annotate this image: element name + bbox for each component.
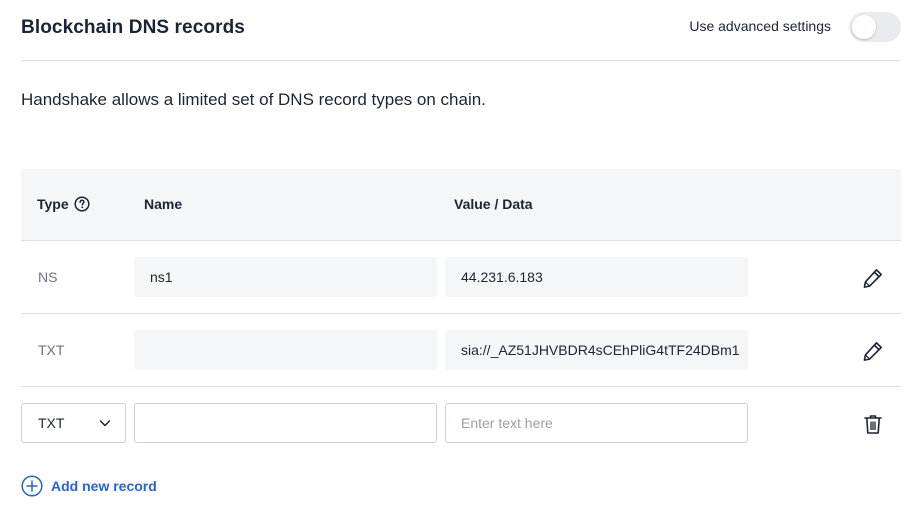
table-header: Type Name Value / Data <box>21 169 901 241</box>
section-header: Blockchain DNS records Use advanced sett… <box>21 0 901 61</box>
new-record-row: TXT <box>21 387 901 461</box>
add-new-record-label: Add new record <box>51 478 157 494</box>
toggle-knob <box>852 15 876 39</box>
trash-icon <box>864 415 882 434</box>
record-type: NS <box>38 269 58 285</box>
record-type-select[interactable]: TXT <box>21 403 126 443</box>
table-row: NS ns1 44.231.6.183 <box>21 241 901 314</box>
record-name-field: ns1 <box>134 257 437 297</box>
record-type-select-value: TXT <box>38 415 65 431</box>
record-name-field <box>134 330 437 370</box>
edit-record-button[interactable] <box>862 340 884 362</box>
edit-record-button[interactable] <box>862 267 884 289</box>
add-new-record-button[interactable]: Add new record <box>21 475 157 497</box>
record-value-input[interactable] <box>445 403 748 443</box>
dns-records-table: Type Name Value / Data NS ns1 44.231.6.1… <box>21 169 901 461</box>
section-description: Handshake allows a limited set of DNS re… <box>21 90 486 109</box>
column-header-name: Name <box>144 196 183 212</box>
help-icon[interactable] <box>74 196 90 212</box>
pencil-icon <box>863 342 882 361</box>
pencil-icon <box>863 269 882 288</box>
column-header-type: Type <box>37 196 90 212</box>
record-name-input[interactable] <box>134 403 437 443</box>
advanced-settings-toggle[interactable] <box>849 12 901 42</box>
chevron-down-icon <box>99 420 111 427</box>
advanced-settings-label: Use advanced settings <box>689 18 831 34</box>
record-type: TXT <box>38 342 65 358</box>
table-row: TXT sia://_AZ51JHVBDR4sCEhPliG4tTF24DBm1 <box>21 314 901 387</box>
record-value-field: 44.231.6.183 <box>445 257 748 297</box>
column-header-value: Value / Data <box>454 196 533 212</box>
delete-record-button[interactable] <box>862 413 884 435</box>
column-header-type-label: Type <box>37 196 69 212</box>
record-value-field: sia://_AZ51JHVBDR4sCEhPliG4tTF24DBm1 <box>445 330 748 370</box>
page-title: Blockchain DNS records <box>21 17 245 38</box>
plus-circle-icon <box>21 475 43 497</box>
